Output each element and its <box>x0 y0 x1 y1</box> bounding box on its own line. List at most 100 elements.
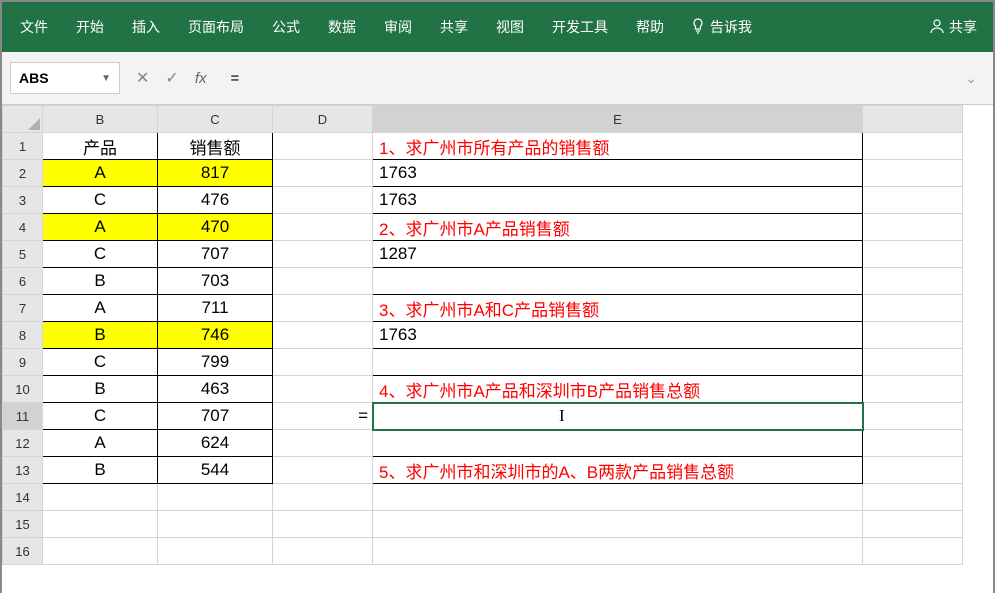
cell[interactable]: A <box>43 295 158 322</box>
cell[interactable]: 746 <box>158 322 273 349</box>
cell[interactable] <box>863 241 963 268</box>
cancel-icon[interactable]: ✕ <box>136 68 149 88</box>
col-header-F[interactable] <box>863 106 963 133</box>
cell[interactable] <box>863 403 963 430</box>
cell[interactable] <box>863 214 963 241</box>
tab-share-ribbon[interactable]: 共享 <box>426 5 482 49</box>
cell[interactable]: 624 <box>158 430 273 457</box>
cell[interactable]: 1、求广州市所有产品的销售额 <box>373 133 863 160</box>
tab-file[interactable]: 文件 <box>6 5 62 49</box>
cell[interactable] <box>373 484 863 511</box>
cell[interactable]: 1763 <box>373 187 863 214</box>
formula-input[interactable] <box>222 64 949 92</box>
cell[interactable] <box>373 349 863 376</box>
cell[interactable]: 544 <box>158 457 273 484</box>
cell[interactable]: 707 <box>158 241 273 268</box>
cell[interactable]: 703 <box>158 268 273 295</box>
cell[interactable] <box>863 160 963 187</box>
cell[interactable]: 3、求广州市A和C产品销售额 <box>373 295 863 322</box>
cell[interactable] <box>863 133 963 160</box>
tab-help[interactable]: 帮助 <box>622 5 678 49</box>
row-header[interactable]: 8 <box>3 322 43 349</box>
cell[interactable]: 476 <box>158 187 273 214</box>
row-header[interactable]: 2 <box>3 160 43 187</box>
cell[interactable] <box>273 322 373 349</box>
cell[interactable] <box>373 538 863 565</box>
cell[interactable] <box>43 538 158 565</box>
cell[interactable]: 1763 <box>373 322 863 349</box>
tab-insert[interactable]: 插入 <box>118 5 174 49</box>
cell[interactable]: A <box>43 160 158 187</box>
tab-formulas[interactable]: 公式 <box>258 5 314 49</box>
row-header[interactable]: 16 <box>3 538 43 565</box>
row-header[interactable]: 9 <box>3 349 43 376</box>
cell[interactable] <box>863 457 963 484</box>
cell[interactable]: B <box>43 322 158 349</box>
row-header[interactable]: 13 <box>3 457 43 484</box>
cell[interactable]: I <box>373 403 863 430</box>
cell[interactable] <box>158 538 273 565</box>
share-group[interactable]: 共享 <box>917 17 989 37</box>
tab-home[interactable]: 开始 <box>62 5 118 49</box>
cell[interactable] <box>273 187 373 214</box>
cell[interactable] <box>273 430 373 457</box>
cell[interactable]: 470 <box>158 214 273 241</box>
row-header[interactable]: 4 <box>3 214 43 241</box>
cell[interactable]: C <box>43 403 158 430</box>
cell[interactable] <box>273 268 373 295</box>
cell[interactable]: C <box>43 349 158 376</box>
row-header[interactable]: 3 <box>3 187 43 214</box>
row-header[interactable]: 5 <box>3 241 43 268</box>
col-header-C[interactable]: C <box>158 106 273 133</box>
row-header[interactable]: 11 <box>3 403 43 430</box>
expand-formula-bar-icon[interactable]: ⌄ <box>957 70 985 87</box>
dropdown-arrow-icon[interactable]: ▼ <box>101 73 111 84</box>
cell[interactable] <box>273 349 373 376</box>
cell[interactable]: 1287 <box>373 241 863 268</box>
cell[interactable] <box>273 214 373 241</box>
enter-icon[interactable]: ✓ <box>165 68 178 88</box>
cell[interactable] <box>863 538 963 565</box>
cell[interactable]: 707 <box>158 403 273 430</box>
col-header-D[interactable]: D <box>273 106 373 133</box>
row-header[interactable]: 6 <box>3 268 43 295</box>
cell[interactable]: 4、求广州市A产品和深圳市B产品销售总额 <box>373 376 863 403</box>
cell[interactable]: 销售额 <box>158 133 273 160</box>
fx-icon[interactable]: fx <box>195 70 207 87</box>
cell[interactable]: 463 <box>158 376 273 403</box>
cell[interactable]: A <box>43 214 158 241</box>
tab-view[interactable]: 视图 <box>482 5 538 49</box>
tab-review[interactable]: 审阅 <box>370 5 426 49</box>
cell[interactable] <box>273 457 373 484</box>
row-header[interactable]: 15 <box>3 511 43 538</box>
cell[interactable]: 817 <box>158 160 273 187</box>
cell[interactable] <box>273 511 373 538</box>
cell[interactable]: 799 <box>158 349 273 376</box>
tell-me-group[interactable]: 告诉我 <box>678 17 764 37</box>
cell[interactable] <box>273 295 373 322</box>
cell[interactable] <box>863 430 963 457</box>
cell[interactable] <box>43 511 158 538</box>
cell[interactable]: C <box>43 187 158 214</box>
row-header[interactable]: 7 <box>3 295 43 322</box>
cell[interactable] <box>863 376 963 403</box>
cell[interactable]: 5、求广州市和深圳市的A、B两款产品销售总额 <box>373 457 863 484</box>
cell[interactable] <box>273 538 373 565</box>
cell[interactable]: 711 <box>158 295 273 322</box>
cell[interactable] <box>863 187 963 214</box>
cell[interactable]: A <box>43 430 158 457</box>
cell[interactable]: = <box>273 403 373 430</box>
cell[interactable]: 2、求广州市A产品销售额 <box>373 214 863 241</box>
col-header-E[interactable]: E <box>373 106 863 133</box>
cell[interactable]: 1763 <box>373 160 863 187</box>
cell[interactable]: C <box>43 241 158 268</box>
tab-data[interactable]: 数据 <box>314 5 370 49</box>
row-header[interactable]: 12 <box>3 430 43 457</box>
select-all-corner[interactable] <box>3 106 43 133</box>
cell[interactable]: B <box>43 268 158 295</box>
cell[interactable] <box>273 484 373 511</box>
spreadsheet-grid[interactable]: B C D E 1产品销售额1、求广州市所有产品的销售额2A81717633C4… <box>2 105 993 596</box>
col-header-B[interactable]: B <box>43 106 158 133</box>
cell[interactable] <box>273 376 373 403</box>
cell[interactable] <box>863 322 963 349</box>
